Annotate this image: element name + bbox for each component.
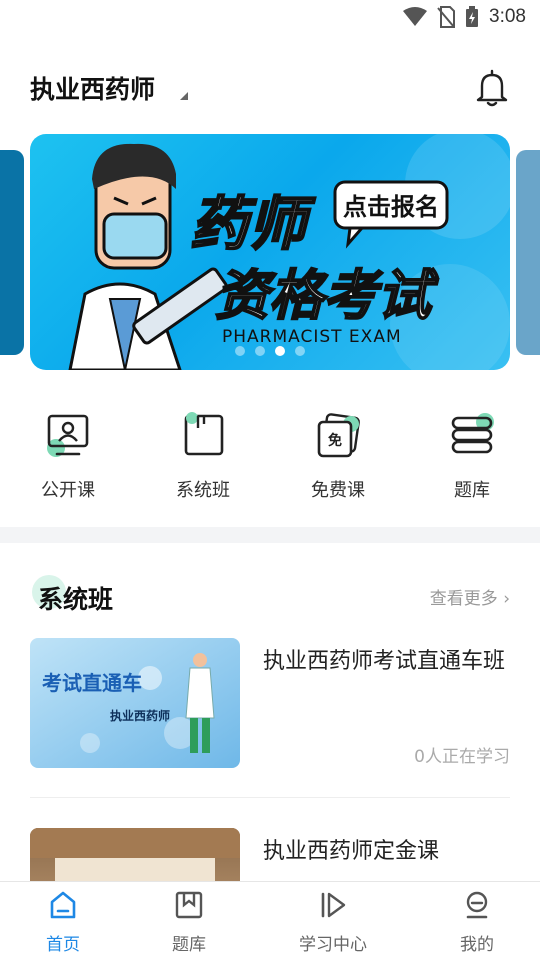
status-time: 3:08 (489, 6, 526, 27)
carousel-dot[interactable] (255, 346, 265, 356)
section-header: 系统班 查看更多 › (30, 570, 510, 620)
banner-illustration: 点击报名 药师 资格考试 PHARMACIST EXAM (68, 134, 510, 370)
quick-label: 题库 (454, 480, 490, 501)
carousel-dot-active[interactable] (275, 346, 285, 356)
banner-subtitle: PHARMACIST EXAM (222, 327, 402, 347)
home-icon (50, 891, 76, 919)
thumb-heading: 考试直通车 (42, 671, 142, 695)
quick-label: 免费课 (311, 480, 365, 501)
banner-next-peek[interactable] (516, 150, 540, 355)
banner-pharmacist-exam[interactable]: 点击报名 药师 资格考试 PHARMACIST EXAM (30, 134, 510, 370)
course-thumbnail: 考试直通车 执业西药师 (30, 638, 240, 768)
book-icon (178, 410, 228, 460)
header: 执业西药师 (30, 68, 510, 108)
quick-label: 公开课 (41, 480, 95, 501)
nav-question-bank[interactable]: 题库 (134, 890, 244, 955)
course-title: 执业西药师考试直通车班 (263, 649, 506, 674)
quick-item-question-bank[interactable]: 题库 (422, 410, 522, 502)
course-card[interactable]: 执业西药师定金课 (30, 828, 510, 882)
nav-label: 题库 (172, 935, 206, 955)
see-more-link[interactable]: 查看更多 › (430, 584, 510, 609)
section-divider (0, 527, 540, 543)
no-sim-icon (437, 6, 456, 28)
status-bar: 3:08 (0, 0, 540, 38)
profile-icon (466, 891, 488, 919)
divider (30, 797, 510, 798)
nav-study-center[interactable]: 学习中心 (278, 890, 388, 955)
stack-icon (447, 410, 497, 460)
exam-selector[interactable]: 执业西药师 (30, 70, 155, 106)
svg-text:免: 免 (328, 432, 342, 449)
banner-badge: 点击报名 (343, 193, 439, 221)
nav-profile[interactable]: 我的 (422, 890, 532, 955)
banner-title-line1: 药师 (190, 190, 316, 258)
banner-prev-peek[interactable] (0, 150, 24, 355)
monitor-person-icon (43, 410, 93, 460)
play-icon (321, 892, 346, 918)
nav-label: 学习中心 (299, 935, 367, 955)
course-learners: 0人正在学习 (414, 747, 510, 767)
bell-icon[interactable] (474, 68, 510, 108)
wifi-icon (403, 7, 428, 26)
quick-menu: 公开课 系统班 免 免费课 题库 (0, 410, 540, 510)
nav-label: 首页 (46, 935, 80, 955)
bookmark-icon (175, 891, 203, 919)
nav-label: 我的 (460, 935, 494, 955)
battery-charging-icon (466, 6, 479, 27)
dropdown-caret-icon[interactable] (180, 92, 188, 100)
bottom-nav: 首页 题库 学习中心 我的 (0, 881, 540, 960)
course-title: 执业西药师定金课 (263, 839, 440, 864)
quick-label: 系统班 (176, 480, 230, 501)
quick-item-open-class[interactable]: 公开课 (18, 410, 118, 502)
carousel-dots (235, 346, 305, 356)
quick-item-system-class[interactable]: 系统班 (153, 410, 253, 502)
course-thumbnail (30, 828, 240, 882)
banner-title-line2: 资格考试 (215, 264, 439, 327)
carousel-dot[interactable] (235, 346, 245, 356)
course-card[interactable]: 考试直通车 执业西药师 执业西药师考试直通车班 0人正在学习 (30, 638, 510, 778)
free-ticket-icon: 免 (313, 410, 363, 460)
section-title: 系统班 (38, 585, 114, 614)
carousel-dot[interactable] (295, 346, 305, 356)
nav-home[interactable]: 首页 (8, 890, 118, 955)
thumb-subheading: 执业西药师 (110, 708, 170, 723)
quick-item-free-class[interactable]: 免 免费课 (288, 410, 388, 502)
